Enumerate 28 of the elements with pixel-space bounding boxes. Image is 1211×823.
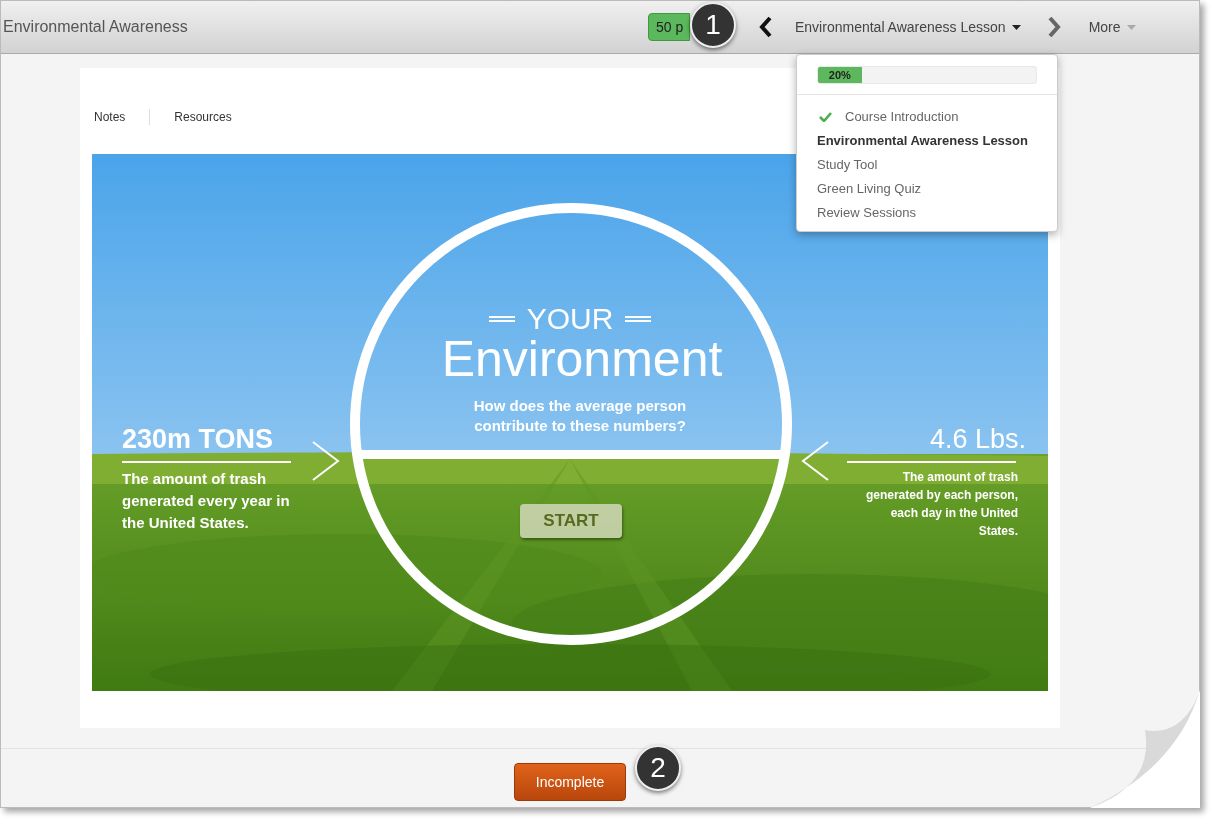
slide-question: How does the average person contribute to these numbers? — [472, 396, 688, 436]
stat-value: 230m TONS — [122, 426, 274, 453]
points-button[interactable]: 50 p — [648, 13, 690, 41]
more-menu[interactable]: More — [1088, 16, 1136, 38]
lesson-menu-item[interactable]: Course Introduction — [817, 105, 1037, 129]
slide-kicker: YOUR — [526, 304, 614, 334]
start-button[interactable]: START — [520, 504, 622, 538]
stat-caption: The amount of trash generated by each person, each day in the United States. — [864, 469, 1018, 540]
slide-title: Environment — [440, 334, 724, 384]
incomplete-button[interactable]: Incomplete — [514, 763, 626, 801]
checkmark-icon — [819, 112, 832, 122]
arrow-left-icon — [801, 441, 830, 481]
next-icon[interactable] — [1046, 16, 1061, 38]
caret-icon — [1126, 24, 1136, 30]
progress-fill: 20% — [818, 67, 862, 83]
tab-link[interactable]: Notes — [94, 108, 126, 126]
tab-link[interactable]: Resources — [174, 108, 232, 126]
stat-caption: The amount of trash generated every year in the United States. — [122, 469, 291, 533]
lesson-menu-item[interactable]: Study Tool — [817, 153, 1037, 177]
lesson-menu[interactable]: Environmental Awareness Lesson — [795, 16, 1021, 38]
caret-icon — [1011, 24, 1021, 30]
stat-value: 4.6 Lbs. — [929, 426, 1026, 453]
lesson-menu-item[interactable]: Green Living Quiz — [817, 177, 1037, 201]
course-title: Environmental Awareness — [3, 17, 189, 37]
previous-icon[interactable] — [759, 16, 773, 38]
lesson-menu-item[interactable]: Environmental Awareness Lesson — [817, 129, 1037, 153]
lesson-menu-item[interactable]: Review Sessions — [817, 201, 1037, 225]
arrow-right-icon — [311, 441, 340, 481]
